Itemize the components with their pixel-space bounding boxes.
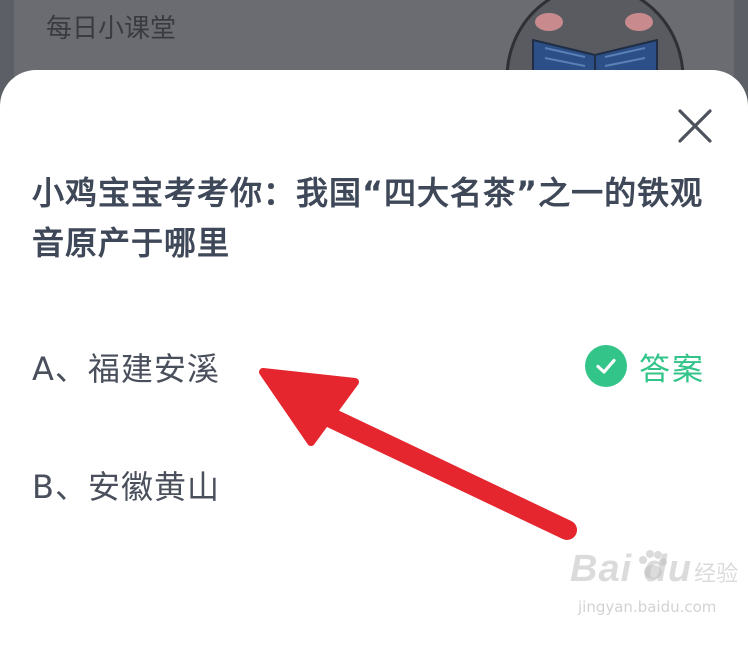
background-title: 每日小课堂 [46,14,177,44]
option-a[interactable]: A、福建安溪 [32,344,220,390]
answer-badge: 答案 [585,344,705,388]
watermark-url: jingyan.baidu.com [578,598,717,616]
question-text: 小鸡宝宝考考你：我国“四大名茶”之一的铁观音原产于哪里 [32,174,704,262]
watermark-logo: Bai du [570,548,693,590]
arrow-annotation-icon [259,368,577,540]
check-circle-icon [585,345,627,387]
paw-icon [639,550,667,579]
option-b[interactable]: B、安徽黄山 [32,462,220,508]
watermark-brand: 经验 [694,562,739,587]
answer-label: 答案 [639,351,705,388]
close-icon[interactable] [677,108,713,144]
